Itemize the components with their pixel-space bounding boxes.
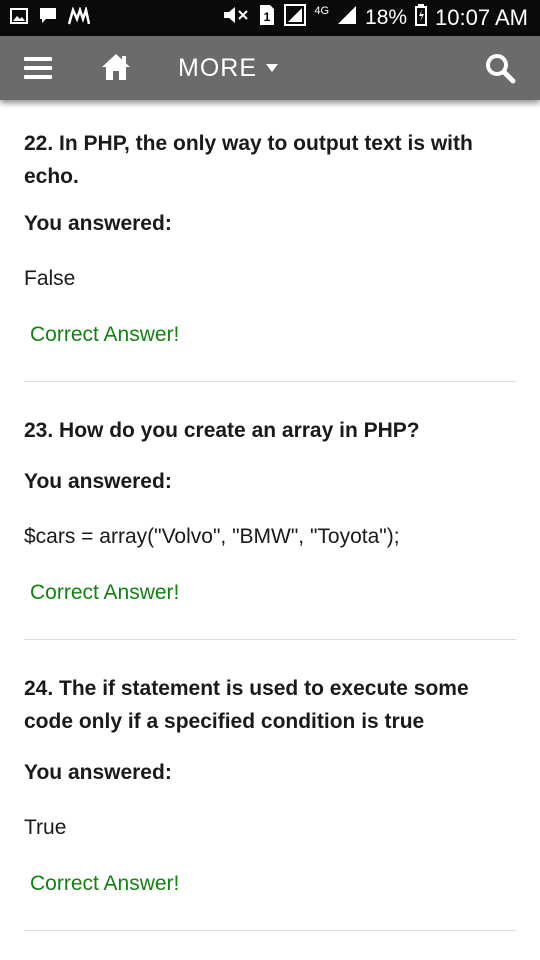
user-answer: $cars = array("Volvo", "BMW", "Toyota"); [24,525,400,548]
question-title: 24. The if statement is used to execute … [24,677,469,733]
search-icon [486,54,516,84]
result-status: Correct Answer! [30,581,180,604]
network-label: 4G [314,5,330,17]
answered-label: You answered: [24,761,172,784]
battery-percent: 18% [365,6,408,29]
results-list: 22. In PHP, the only way to output text … [24,100,516,931]
home-button[interactable] [100,52,132,82]
svg-text:1: 1 [264,10,271,24]
answered-label: You answered: [24,212,172,235]
question-title: 22. In PHP, the only way to output text … [24,132,473,188]
menu-icon-bar [24,75,52,79]
question-block: 24. The if statement is used to execute … [24,640,516,931]
signal-box-icon [284,4,307,32]
sim-icon: 1 [258,4,276,32]
menu-icon [24,57,52,61]
mute-icon [222,5,250,31]
more-dropdown[interactable]: MORE [178,52,279,84]
status-right-icons: 1 4G 18% 10:07 AM [222,4,528,32]
app-toolbar: MORE [0,36,540,100]
question-block: 22. In PHP, the only way to output text … [24,100,516,382]
signal-icon [337,5,357,31]
user-answer: False [24,267,76,290]
menu-button[interactable] [24,54,54,82]
chat-icon [38,6,58,31]
result-status: Correct Answer! [30,872,180,895]
user-answer: True [24,816,67,839]
gallery-icon [10,7,28,30]
battery-icon [415,4,428,32]
search-button[interactable] [484,52,516,84]
status-left-icons [10,5,91,31]
result-status: Correct Answer! [30,323,180,346]
question-title: 23. How do you create an array in PHP? [24,419,420,442]
more-label: MORE [178,53,257,82]
app-icon [67,5,91,30]
status-bar: 1 4G 18% 10:07 AM [0,0,540,36]
home-icon [102,54,130,80]
clock: 10:07 AM [435,5,528,30]
answered-label: You answered: [24,470,172,493]
caret-down-icon [266,64,278,72]
question-block: 23. How do you create an array in PHP? Y… [24,382,516,640]
menu-icon-bar [24,66,52,70]
